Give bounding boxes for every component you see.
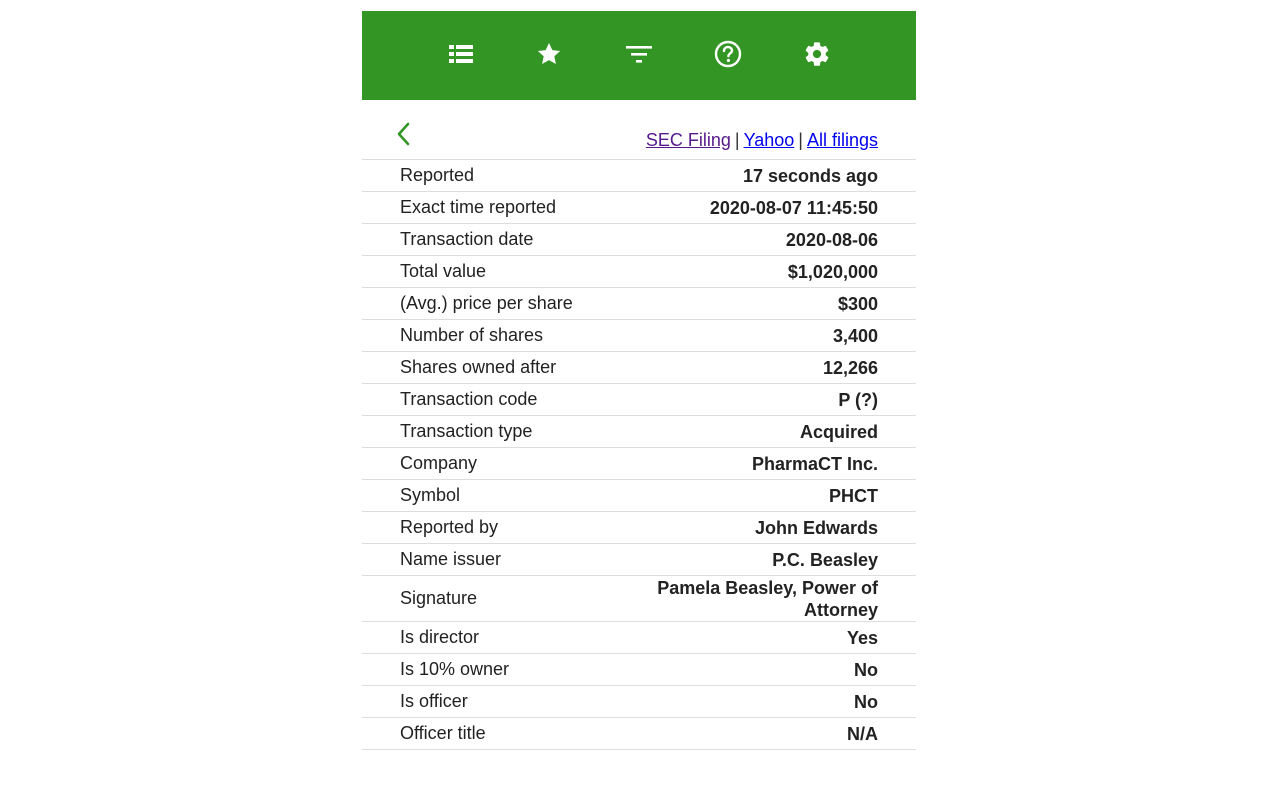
detail-row-reported-by: Reported by John Edwards xyxy=(362,512,916,544)
back-button[interactable] xyxy=(394,120,416,148)
detail-value: John Edwards xyxy=(754,517,878,538)
detail-row-exact-time: Exact time reported 2020-08-07 11:45:50 xyxy=(362,192,916,224)
detail-value: No xyxy=(854,691,878,712)
detail-label: Is officer xyxy=(400,691,468,711)
detail-label: Exact time reported xyxy=(400,197,557,217)
detail-row-signature: Signature Pamela Beasley, Power of Attor… xyxy=(362,576,916,622)
nav-row: SEC Filing | Yahoo | All filings xyxy=(362,100,916,160)
detail-label: Reported by xyxy=(400,517,499,537)
detail-row-shares-owned-after: Shares owned after 12,266 xyxy=(362,352,916,384)
detail-value: Pamela Beasley, Power of Attorney xyxy=(657,577,878,620)
detail-row-total-value: Total value $1,020,000 xyxy=(362,256,916,288)
detail-label: Is director xyxy=(400,627,480,647)
detail-row-is-director: Is director Yes xyxy=(362,622,916,654)
detail-row-is-10-percent-owner: Is 10% owner No xyxy=(362,654,916,686)
detail-row-transaction-code: Transaction code P (?) xyxy=(362,384,916,416)
yahoo-link[interactable]: Yahoo xyxy=(744,130,795,150)
detail-row-is-officer: Is officer No xyxy=(362,686,916,718)
detail-row-price-per-share: (Avg.) price per share $300 xyxy=(362,288,916,320)
details-table: Reported 17 seconds ago Exact time repor… xyxy=(362,160,916,750)
detail-label: Transaction code xyxy=(400,389,538,409)
detail-label: Symbol xyxy=(400,485,461,505)
help-icon[interactable] xyxy=(713,39,743,69)
external-links: SEC Filing | Yahoo | All filings xyxy=(646,128,878,152)
detail-row-officer-title: Officer title N/A xyxy=(362,718,916,750)
detail-row-transaction-date: Transaction date 2020-08-06 xyxy=(362,224,916,256)
detail-value: 3,400 xyxy=(832,325,878,346)
detail-label: Number of shares xyxy=(400,325,544,345)
gear-icon[interactable] xyxy=(802,39,832,69)
detail-label: Reported xyxy=(400,165,475,185)
detail-row-number-of-shares: Number of shares 3,400 xyxy=(362,320,916,352)
detail-value: P.C. Beasley xyxy=(772,549,878,570)
detail-label: Shares owned after xyxy=(400,357,557,377)
sec-filing-link[interactable]: SEC Filing xyxy=(646,130,731,150)
detail-row-company: Company PharmaCT Inc. xyxy=(362,448,916,480)
list-icon[interactable] xyxy=(446,39,476,69)
detail-value: $300 xyxy=(837,293,878,314)
detail-label: Company xyxy=(400,453,478,473)
detail-label: Total value xyxy=(400,261,487,281)
detail-value[interactable]: P (?) xyxy=(838,389,878,411)
detail-value: Acquired xyxy=(799,421,878,442)
detail-label: (Avg.) price per share xyxy=(400,293,573,313)
chevron-left-icon xyxy=(397,122,410,146)
detail-row-symbol: Symbol PHCT xyxy=(362,480,916,512)
detail-label: Signature xyxy=(400,588,478,608)
detail-value: 17 seconds ago xyxy=(742,165,878,186)
detail-value: 12,266 xyxy=(822,357,878,378)
detail-value: Yes xyxy=(846,627,878,648)
link-separator: | xyxy=(798,130,803,150)
detail-value: $1,020,000 xyxy=(787,261,878,282)
detail-label: Transaction date xyxy=(400,229,534,249)
detail-value: No xyxy=(854,659,878,680)
detail-value: PharmaCT Inc. xyxy=(751,453,878,474)
filter-icon[interactable] xyxy=(624,39,654,69)
detail-value: 2020-08-06 xyxy=(785,229,878,250)
top-toolbar xyxy=(362,11,916,100)
detail-row-reported: Reported 17 seconds ago xyxy=(362,160,916,192)
detail-value: N/A xyxy=(847,723,878,744)
detail-value: 2020-08-07 11:45:50 xyxy=(709,197,878,218)
detail-label: Is 10% owner xyxy=(400,659,510,679)
star-icon[interactable] xyxy=(534,39,564,69)
link-separator: | xyxy=(734,130,740,150)
detail-label: Transaction type xyxy=(400,421,533,441)
detail-value: PHCT xyxy=(829,485,878,506)
detail-row-transaction-type: Transaction type Acquired xyxy=(362,416,916,448)
detail-label: Name issuer xyxy=(400,549,502,569)
detail-row-name-issuer: Name issuer P.C. Beasley xyxy=(362,544,916,576)
all-filings-link[interactable]: All filings xyxy=(807,130,878,150)
detail-label: Officer title xyxy=(400,723,486,743)
filing-detail-panel: SEC Filing | Yahoo | All filings Reported 17… xyxy=(362,11,916,750)
